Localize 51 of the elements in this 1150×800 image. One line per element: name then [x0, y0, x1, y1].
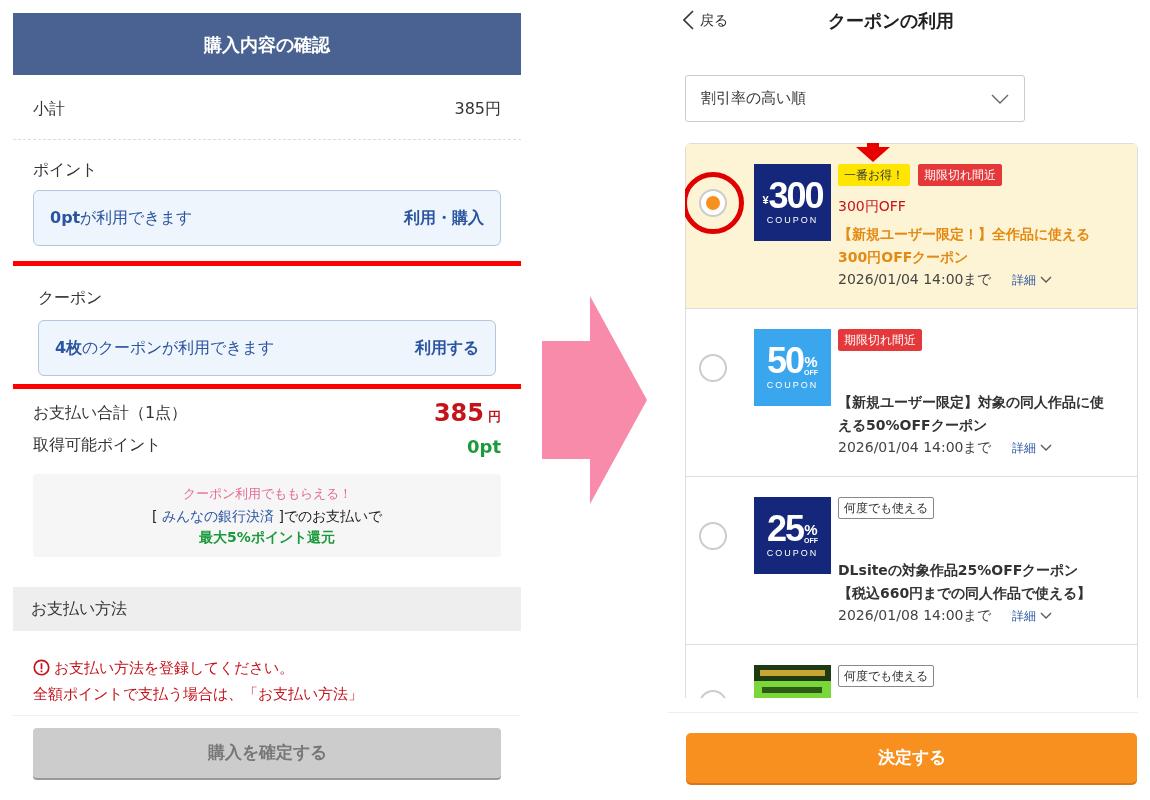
alert-icon [33, 659, 50, 677]
coupon-tag: 一番お得！ [838, 164, 910, 186]
screen-title: クーポンの利用 [828, 8, 954, 33]
coupon-field[interactable]: 4枚のクーポンが利用できます 利用する [38, 320, 496, 376]
section-label: クーポン [38, 287, 103, 309]
coupon-title: 【新規ユーザー限定！】全作品に使える300円OFFクーポン [838, 225, 1091, 267]
coupon-title: 【新規ユーザー限定】対象の同人作品に使える50%OFFクーポン [838, 393, 1105, 435]
radio-button[interactable] [699, 521, 727, 550]
action-link[interactable]: 利用・購入 [404, 206, 484, 230]
expiry-date: 2026/01/04 14:00まで [838, 438, 992, 457]
coupon-tag: 期限切れ間近 [838, 329, 922, 351]
coupon-tag: 何度でも使える [838, 665, 934, 687]
bank-link[interactable]: みんなの銀行決済 [162, 507, 274, 524]
field-text: 0ptが利用できます [50, 207, 193, 229]
discount-amount: 300円OFF [838, 197, 907, 216]
points-label: 取得可能ポイント [33, 434, 161, 456]
promo-reward: 最大5%ポイント還元 [199, 529, 335, 547]
section-label: ポイント [33, 159, 98, 181]
radio-button[interactable] [699, 353, 727, 382]
action-link[interactable]: 利用する [415, 336, 479, 360]
chevron-down-icon [1039, 611, 1052, 620]
points-earned: 0pt [467, 435, 501, 459]
coupon-card[interactable]: ¥300 COUPON 一番お得！ 期限切れ間近 300円OFF 【新規ユーザー限定！】全作品に使える300円OFFクーポン 2026/01/04 14:00まで 詳細 [686, 144, 1137, 309]
chevron-down-icon [1039, 275, 1052, 284]
error-message: お支払い方法を登録してください。 [54, 657, 294, 679]
payment-note: 全額ポイントで支払う場合は、「お支払い方法」 [33, 684, 364, 705]
promo-headline: クーポン利用でももらえる！ [182, 485, 352, 503]
total-amount: 385 円 [433, 401, 501, 425]
details-link[interactable]: 詳細 [1011, 438, 1052, 457]
section-heading: お支払い方法 [13, 586, 521, 631]
back-button[interactable]: 戻る [683, 9, 728, 31]
chevron-left-icon [683, 10, 694, 30]
field-text: 4枚のクーポンが利用できます [55, 337, 275, 359]
coupon-tag: 何度でも使える [838, 497, 934, 519]
chevron-down-icon [1039, 443, 1052, 452]
radio-button[interactable] [699, 188, 727, 217]
details-link[interactable]: 詳細 [1011, 270, 1052, 289]
sort-dropdown[interactable]: 割引率の高い順 [685, 75, 1025, 122]
subtotal-label: 小計 [33, 98, 65, 120]
details-link[interactable]: 詳細 [1011, 606, 1052, 625]
expiry-date: 2026/01/04 14:00まで [838, 270, 992, 289]
total-label: お支払い合計（1点） [33, 402, 188, 424]
page-header: 購入内容の確認 [13, 13, 521, 75]
coupon-logo: ¥300 COUPON [754, 164, 831, 241]
coupon-tag: 期限切れ間近 [918, 164, 1002, 186]
chevron-down-icon [991, 93, 1009, 104]
points-field[interactable]: 0ptが利用できます 利用・購入 [33, 190, 501, 246]
subtotal-value: 385円 [454, 98, 501, 120]
coupon-title: DLsiteの対象作品25%OFFクーポン【税込660円までの同人作品で使える】 [838, 561, 1093, 603]
promo-text: [ みんなの銀行決済 ]でのお支払いで [152, 507, 382, 525]
expiry-date: 2026/01/08 14:00まで [838, 606, 992, 625]
